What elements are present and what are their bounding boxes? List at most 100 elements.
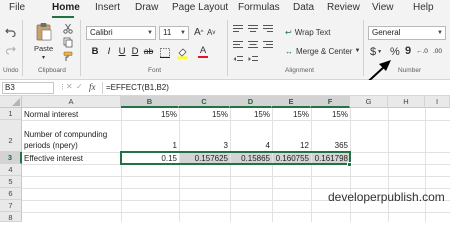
paste-button[interactable]: Paste xyxy=(34,44,53,53)
font-color-button[interactable]: A xyxy=(197,45,209,59)
font-size-value: 11 xyxy=(163,28,172,37)
wrap-text-button[interactable]: ↩ Wrap Text xyxy=(285,26,330,38)
cell-e2[interactable]: 12 xyxy=(272,141,311,150)
cell-f2[interactable]: 365 xyxy=(311,141,350,150)
formula-bar-divider-dots: ⋮ xyxy=(59,84,66,91)
name-box-value: B3 xyxy=(5,83,15,92)
row-header[interactable]: 5 xyxy=(0,176,22,188)
cell-a2-line2[interactable]: periods (npery) xyxy=(22,141,121,150)
tab-view[interactable]: View xyxy=(372,2,394,13)
column-header[interactable]: C xyxy=(179,96,230,108)
decrease-decimal-button[interactable]: .00 xyxy=(433,48,442,55)
fill-color-icon[interactable] xyxy=(176,46,188,59)
column-header[interactable]: I xyxy=(425,96,450,108)
gridline xyxy=(121,108,122,222)
cell-d2[interactable]: 4 xyxy=(230,141,272,150)
row-header[interactable]: 2 xyxy=(0,120,22,152)
grow-font-button[interactable]: A ^ xyxy=(194,27,204,38)
formula-bar: B3 ⋮ ✕ ✓ fx =EFFECT(B1,B2) xyxy=(0,80,450,96)
row-header[interactable]: 6 xyxy=(0,188,22,200)
align-middle-icon[interactable] xyxy=(247,24,259,34)
cell-d1[interactable]: 15% xyxy=(230,110,272,119)
undo-icon[interactable] xyxy=(4,24,18,38)
increase-indent-icon[interactable] xyxy=(247,54,259,64)
column-header[interactable]: A xyxy=(22,96,121,108)
column-header[interactable]: G xyxy=(350,96,388,108)
tab-data[interactable]: Data xyxy=(293,2,314,13)
font-name-value: Calibri xyxy=(90,28,113,37)
alignment-group-label: Alignment xyxy=(285,67,314,74)
cancel-icon[interactable]: ✕ xyxy=(66,82,73,91)
paste-dropdown-icon[interactable]: ▾ xyxy=(42,54,45,61)
cell-f1[interactable]: 15% xyxy=(311,110,350,119)
align-right-icon[interactable] xyxy=(262,40,274,50)
tab-file[interactable]: File xyxy=(9,2,25,13)
cell-b2[interactable]: 1 xyxy=(121,141,179,150)
double-underline-button[interactable]: D xyxy=(130,46,140,57)
number-format-select[interactable]: General ▼ xyxy=(368,26,446,40)
bold-button[interactable]: B xyxy=(90,46,100,57)
cell-c2[interactable]: 3 xyxy=(179,141,230,150)
undo-group-label: Undo xyxy=(3,67,19,74)
tab-insert[interactable]: Insert xyxy=(95,2,120,13)
insert-function-icon[interactable]: fx xyxy=(89,82,96,92)
tab-formulas[interactable]: Formulas xyxy=(238,2,280,13)
comma-button[interactable]: 9 xyxy=(405,45,411,57)
column-header[interactable]: F xyxy=(311,96,350,108)
column-header[interactable]: H xyxy=(388,96,425,108)
borders-icon[interactable] xyxy=(159,47,171,59)
gridline xyxy=(22,212,450,213)
cell-b1[interactable]: 15% xyxy=(121,110,179,119)
copy-icon[interactable] xyxy=(62,36,74,48)
formula-divider xyxy=(102,82,103,94)
gridline xyxy=(311,108,312,222)
decrease-indent-icon[interactable] xyxy=(232,54,244,64)
strikethrough-button[interactable]: ab xyxy=(142,46,155,56)
cell-a2-line1[interactable]: Number of compunding xyxy=(22,130,121,139)
align-bottom-icon[interactable] xyxy=(262,24,274,34)
tab-help[interactable]: Help xyxy=(413,2,434,13)
menu-bar: File Home Insert Draw Page Layout Formul… xyxy=(0,0,450,18)
column-header[interactable]: B xyxy=(121,96,179,108)
underline-button[interactable]: U xyxy=(117,46,127,57)
name-box[interactable]: B3 xyxy=(2,82,54,94)
shrink-font-button[interactable]: Av xyxy=(207,28,215,37)
cell-e1[interactable]: 15% xyxy=(272,110,311,119)
enter-icon[interactable]: ✓ xyxy=(76,82,83,91)
gridline xyxy=(388,108,389,222)
align-left-icon[interactable] xyxy=(232,40,244,50)
ribbon: Undo Paste ▾ Clipboard Calibri ▼ 11 ▼ A ^… xyxy=(0,18,450,91)
chevron-down-icon: ▼ xyxy=(180,30,186,36)
row-header[interactable]: 3 xyxy=(0,152,22,164)
align-top-icon[interactable] xyxy=(232,24,244,34)
align-center-icon[interactable] xyxy=(247,40,259,50)
font-name-select[interactable]: Calibri ▼ xyxy=(86,26,156,40)
format-painter-icon[interactable] xyxy=(62,50,74,62)
cell-a3[interactable]: Effective interest xyxy=(22,154,121,163)
fill-handle[interactable] xyxy=(347,162,352,167)
tab-review[interactable]: Review xyxy=(327,2,360,13)
paste-icon[interactable] xyxy=(33,22,55,42)
font-group-label: Font xyxy=(148,67,162,74)
row-header[interactable]: 7 xyxy=(0,200,22,212)
italic-button[interactable]: I xyxy=(104,46,114,57)
select-all-button[interactable] xyxy=(0,96,22,108)
cell-a1[interactable]: Normal interest xyxy=(22,110,121,119)
row-header[interactable]: 1 xyxy=(0,108,22,120)
column-header[interactable]: E xyxy=(272,96,311,108)
cut-icon[interactable] xyxy=(62,22,74,34)
tab-home[interactable]: Home xyxy=(52,2,80,13)
tab-draw[interactable]: Draw xyxy=(135,2,158,13)
row-header[interactable]: 4 xyxy=(0,164,22,176)
cell-c1[interactable]: 15% xyxy=(179,110,230,119)
formula-input[interactable]: =EFFECT(B1,B2) xyxy=(106,83,169,92)
increase-decimal-button[interactable]: ←.0 xyxy=(416,48,428,55)
row-header[interactable]: 8 xyxy=(0,212,22,222)
chevron-down-icon: ▼ xyxy=(147,30,153,36)
font-size-select[interactable]: 11 ▼ xyxy=(159,26,189,40)
redo-icon[interactable] xyxy=(4,44,18,56)
gridline xyxy=(179,108,180,222)
merge-center-button[interactable]: ↔ Merge & Center ▼ xyxy=(285,45,360,57)
tab-page-layout[interactable]: Page Layout xyxy=(172,2,228,13)
column-header[interactable]: D xyxy=(230,96,272,108)
